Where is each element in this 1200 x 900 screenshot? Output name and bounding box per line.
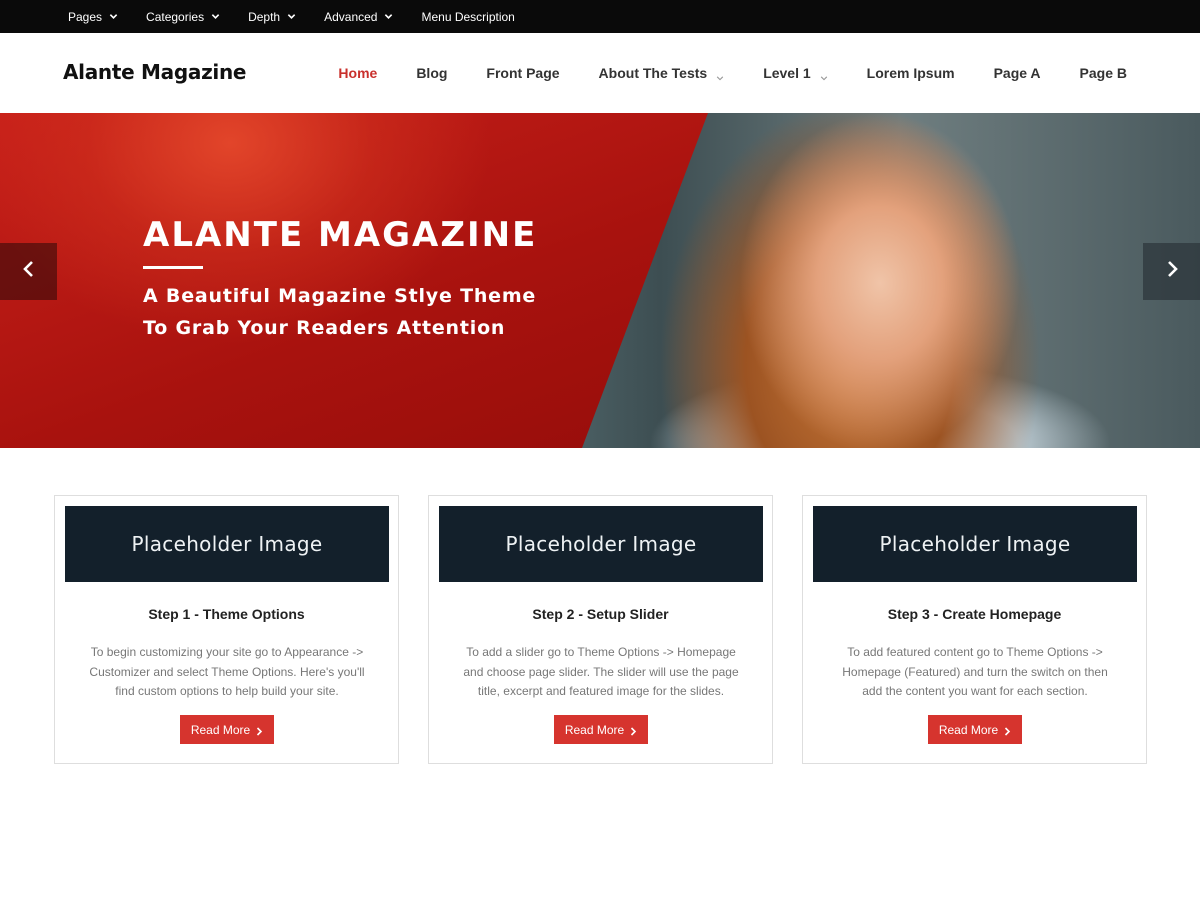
slider-prev-button[interactable] xyxy=(0,243,57,300)
card-text: To begin customizing your site go to App… xyxy=(89,645,365,698)
site-title[interactable]: Alante Magazine xyxy=(63,60,246,84)
chevron-down-icon xyxy=(211,12,220,21)
topbar-item-pages[interactable]: Pages xyxy=(68,10,118,24)
topbar-item-label: Menu Description xyxy=(421,9,515,24)
feature-card: Placeholder Image Step 2 - Setup Slider … xyxy=(428,495,773,764)
topbar-item-depth[interactable]: Depth xyxy=(248,10,296,24)
chevron-down-icon xyxy=(109,12,118,21)
card-title: Step 3 - Create Homepage xyxy=(887,606,1062,622)
topbar-item-label: Pages xyxy=(68,9,103,24)
chevron-down-icon xyxy=(287,12,296,21)
nav-item-label: Blog xyxy=(416,65,448,81)
chevron-down-icon xyxy=(384,12,393,21)
chevron-right-icon xyxy=(630,725,637,736)
slider-next-button[interactable] xyxy=(1143,243,1200,300)
topbar-item-label: Categories xyxy=(146,9,205,24)
placeholder-image: Placeholder Image xyxy=(813,506,1137,582)
chevron-left-icon xyxy=(22,260,36,283)
read-more-button[interactable]: Read More xyxy=(180,715,274,744)
topbar-item-advanced[interactable]: Advanced xyxy=(324,10,393,24)
chevron-right-icon xyxy=(1165,260,1179,283)
nav-item-label: Level 1 xyxy=(763,65,811,81)
nav-item-page-a[interactable]: Page A xyxy=(994,65,1041,81)
nav-item-label: Front Page xyxy=(486,65,560,81)
feature-card: Placeholder Image Step 1 - Theme Options… xyxy=(54,495,399,764)
site-header: Alante Magazine Home Blog Front Page Abo… xyxy=(0,33,1200,113)
nav-item-front-page[interactable]: Front Page xyxy=(486,65,559,81)
card-text: To add a slider go to Theme Options -> H… xyxy=(463,645,739,698)
nav-item-label: Page B xyxy=(1079,65,1127,81)
nav-item-blog[interactable]: Blog xyxy=(416,65,447,81)
topbar-item-label: Advanced xyxy=(324,9,378,24)
hero-divider xyxy=(143,266,203,269)
hero-title: ALANTE MAGAZINE xyxy=(143,215,538,255)
top-bar: Pages Categories Depth Advanced Menu Des… xyxy=(0,0,1200,33)
nav-item-label: About The Tests xyxy=(598,65,708,81)
nav-item-label: Lorem Ipsum xyxy=(866,65,955,81)
nav-item-lorem-ipsum[interactable]: Lorem Ipsum xyxy=(867,65,955,81)
button-label: Read More xyxy=(938,722,999,737)
feature-card: Placeholder Image Step 3 - Create Homepa… xyxy=(802,495,1147,764)
hero-subtitle-line-1: A Beautiful Magazine Stlye Theme xyxy=(143,285,537,307)
topbar-item-categories[interactable]: Categories xyxy=(146,10,220,24)
nav-item-level-1[interactable]: Level 1 xyxy=(763,65,827,81)
card-title: Step 2 - Setup Slider xyxy=(532,606,669,622)
topbar-item-label: Depth xyxy=(248,9,281,24)
read-more-button[interactable]: Read More xyxy=(554,715,648,744)
card-text: To add featured content go to Theme Opti… xyxy=(842,645,1108,698)
placeholder-image: Placeholder Image xyxy=(439,506,763,582)
nav-item-about-the-tests[interactable]: About The Tests xyxy=(599,65,725,81)
nav-item-home[interactable]: Home xyxy=(338,65,377,81)
main-nav: Home Blog Front Page About The Tests Lev… xyxy=(299,33,1127,113)
placeholder-image: Placeholder Image xyxy=(65,506,389,582)
chevron-down-icon xyxy=(716,69,724,81)
button-label: Read More xyxy=(564,722,625,737)
hero-slider: ALANTE MAGAZINE A Beautiful Magazine Stl… xyxy=(0,113,1200,448)
nav-item-page-b[interactable]: Page B xyxy=(1080,65,1127,81)
read-more-button[interactable]: Read More xyxy=(928,715,1022,744)
hero-subtitle-line-2: To Grab Your Readers Attention xyxy=(143,317,506,339)
card-title: Step 1 - Theme Options xyxy=(148,606,305,622)
chevron-down-icon xyxy=(820,69,828,81)
nav-item-label: Home xyxy=(338,65,378,81)
chevron-right-icon xyxy=(1004,725,1011,736)
button-label: Read More xyxy=(190,722,251,737)
topbar-item-menu-description[interactable]: Menu Description xyxy=(421,10,514,24)
chevron-right-icon xyxy=(256,725,263,736)
nav-item-label: Page A xyxy=(993,65,1041,81)
